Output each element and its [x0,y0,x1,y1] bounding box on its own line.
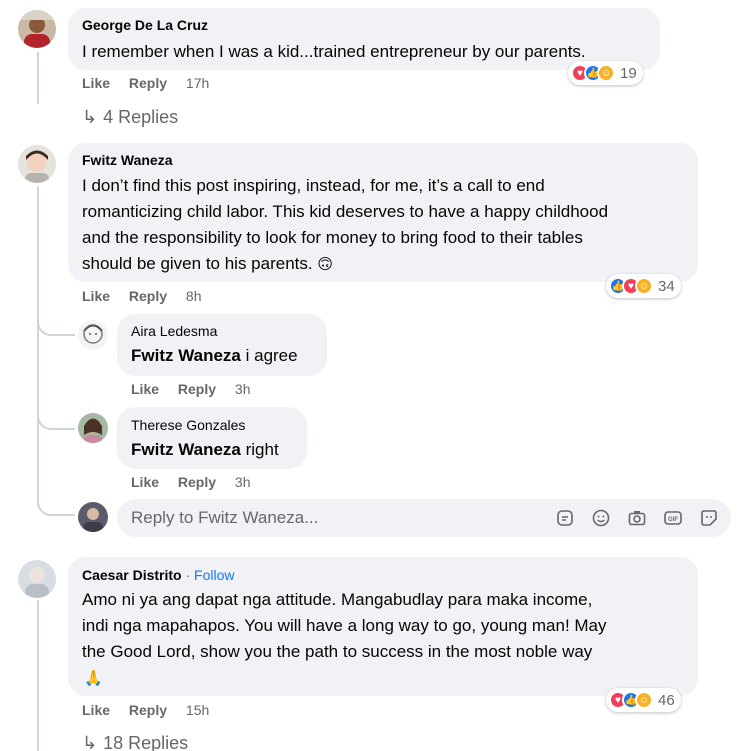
comment-text-line: and the responsibility to look for money… [82,228,583,247]
reaction-count: 19 [620,64,637,82]
timestamp[interactable]: 15h [186,702,209,718]
emoji-icon[interactable] [591,508,611,528]
mention-link[interactable]: Fwitz Waneza [131,346,241,365]
comment-author[interactable]: Fwitz Waneza [82,152,173,168]
like-button[interactable]: Like [131,474,159,490]
avatar[interactable] [18,10,56,48]
reply-arrow-icon: ↳ [82,733,98,751]
comment-text-last: should be given to his parents. [82,254,313,273]
comment-text: I remember when I was a kid...trained en… [82,42,586,61]
comment-actions: Like Reply 17h [82,75,224,91]
reaction-summary[interactable]: 👍 ♥ ☺ 34 [606,274,681,298]
comment-text-line: I don’t find this post inspiring, instea… [82,176,545,195]
thread-line-fwitz [37,186,39,506]
comment-text-line: indi nga mapahapos. You will have a long… [82,616,607,635]
separator-dot: · [181,567,195,583]
comment-text-line: the Good Lord, show you the path to succ… [82,642,593,661]
reaction-count: 34 [658,277,675,295]
comment-text-line: romanticizing child labor. This kid dese… [82,202,609,221]
care-reaction-icon: ☺ [597,64,615,82]
replies-label: 18 Replies [103,733,189,751]
replies-label: 4 Replies [103,107,179,127]
reply-arrow-icon: ↳ [82,107,98,127]
reply-body: i agree [240,346,298,365]
comment-author[interactable]: George De La Cruz [82,17,208,33]
reply-button[interactable]: Reply [129,702,167,718]
comment-actions: Like Reply 15h [82,702,224,718]
reply-actions: Like Reply 3h [131,381,266,397]
timestamp[interactable]: 17h [186,75,209,91]
svg-text:GIF: GIF [668,517,678,523]
view-replies-button[interactable]: ↳ 18 Replies [82,733,188,751]
care-reaction-icon: ☺ [635,277,653,295]
reply-input[interactable] [131,499,431,537]
thread-curve-input [37,480,75,516]
like-button[interactable]: Like [82,702,110,718]
reply-author[interactable]: Aira Ledesma [131,323,217,339]
comment-author[interactable]: Caesar Distrito [82,567,182,583]
reply-author[interactable]: Therese Gonzales [131,417,245,433]
reaction-summary[interactable]: ♥ 👍 ☺ 19 [568,61,643,85]
like-button[interactable]: Like [131,381,159,397]
timestamp[interactable]: 3h [235,474,251,490]
upside-down-face-emoji: 🙃 [317,256,333,273]
avatar[interactable] [18,560,56,598]
avatar[interactable] [18,145,56,183]
thread-curve-therese [37,394,75,430]
reply-button[interactable]: Reply [178,381,216,397]
comment-text-line: should be given to his parents. 🙃 [82,251,333,278]
reply-text: Fwitz Waneza right [131,437,279,463]
like-button[interactable]: Like [82,75,110,91]
reaction-summary[interactable]: ♥ 👍 ☺ 46 [606,688,681,712]
follow-button[interactable]: Follow [194,567,234,583]
avatar[interactable] [78,320,108,350]
comment-actions: Like Reply 8h [82,288,217,304]
avatar[interactable] [78,413,108,443]
thread-curve-aira [37,300,75,336]
folded-hands-emoji: 🙏 [84,670,103,687]
reply-actions: Like Reply 3h [131,474,266,490]
camera-icon[interactable] [627,508,647,528]
thread-line-caesar [37,600,39,751]
avatar-sticker-icon[interactable] [699,508,719,528]
comment-text-line: Amo ni ya ang dapat nga attitude. Mangab… [82,590,593,609]
reply-button[interactable]: Reply [178,474,216,490]
gif-icon[interactable]: GIF [663,508,683,528]
current-user-avatar [78,502,108,532]
reply-input-bar: GIF [117,499,731,537]
reply-button[interactable]: Reply [129,75,167,91]
reaction-count: 46 [658,691,675,709]
care-reaction-icon: ☺ [635,691,653,709]
timestamp[interactable]: 3h [235,381,251,397]
view-replies-button[interactable]: ↳ 4 Replies [82,107,178,128]
mention-link[interactable]: Fwitz Waneza [131,440,241,459]
like-button[interactable]: Like [82,288,110,304]
thread-line-george [37,52,39,104]
reply-body: right [240,440,279,459]
comment-author-row: Caesar Distrito · Follow [82,567,235,583]
reply-button[interactable]: Reply [129,288,167,304]
timestamp[interactable]: 8h [186,288,202,304]
sticker-icon[interactable] [555,508,575,528]
reply-text: Fwitz Waneza i agree [131,343,298,369]
